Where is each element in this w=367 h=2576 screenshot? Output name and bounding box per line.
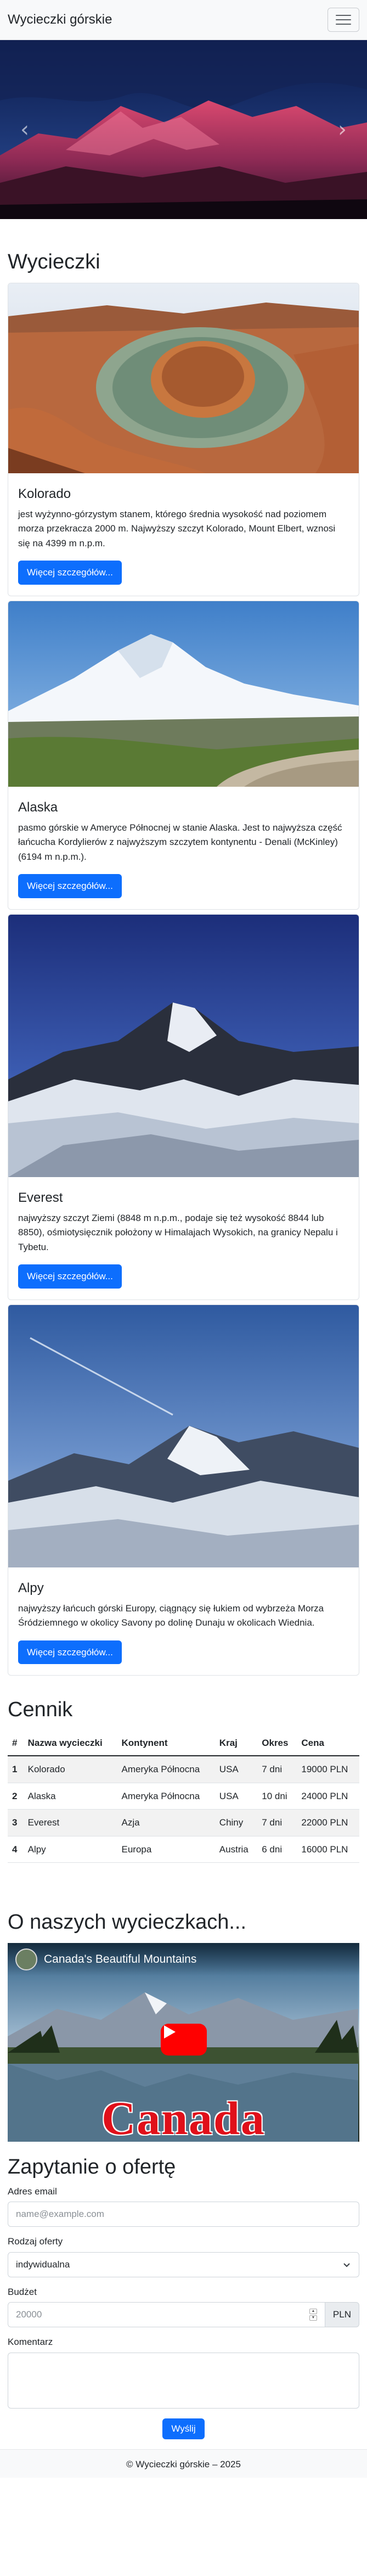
kolorado-image: [8, 283, 359, 473]
budget-label: Budżet: [8, 2286, 37, 2297]
details-button-kolorado[interactable]: Więcej szczegółów...: [18, 561, 122, 585]
budget-input-group: 20000 ▲ ▼ PLN: [8, 2302, 359, 2328]
chevron-left-icon[interactable]: ‹: [0, 40, 49, 219]
email-field[interactable]: name@example.com: [8, 2202, 359, 2227]
table-cell: Kolorado: [23, 1756, 117, 1783]
tour-description: najwyższy łańcuch górski Europy, ciągnąc…: [18, 1603, 324, 1628]
tours-heading: Wycieczki: [8, 250, 100, 273]
table-row: 3 Everest Azja Chiny 7 dni 22000 PLN: [8, 1809, 359, 1836]
table-cell: Alpy: [23, 1836, 117, 1863]
channel-avatar[interactable]: [15, 1948, 37, 1970]
footer-text: © Wycieczki górskie – 2025: [126, 2459, 241, 2469]
table-cell: 7 dni: [257, 1809, 297, 1836]
tour-title: Alpy: [18, 1580, 44, 1595]
offer-type-value: indywidualna: [16, 2259, 70, 2270]
tour-description: pasmo górskie w Ameryce Północnej w stan…: [18, 822, 342, 862]
tour-card-alaska: Alaska pasmo górskie w Ameryce Północnej…: [8, 600, 359, 910]
tour-description: najwyższy szczyt Ziemi (8848 m n.p.m., p…: [18, 1212, 338, 1252]
comment-textarea[interactable]: [8, 2352, 359, 2409]
about-heading: O naszych wycieczkach...: [8, 1911, 247, 1934]
table-cell: Europa: [117, 1836, 215, 1863]
play-icon[interactable]: [160, 2023, 207, 2056]
details-button-everest[interactable]: Więcej szczegółów...: [18, 1264, 122, 1289]
offer-type-label: Rodzaj oferty: [8, 2236, 63, 2247]
table-cell: Ameryka Północna: [117, 1783, 215, 1810]
hamburger-menu-icon[interactable]: [328, 8, 359, 32]
table-cell: Ameryka Północna: [117, 1756, 215, 1783]
budget-unit: PLN: [325, 2302, 359, 2328]
alpy-image: [8, 1304, 359, 1567]
table-cell: 2: [8, 1783, 24, 1810]
table-cell: 16000 PLN: [297, 1836, 359, 1863]
table-cell: Azja: [117, 1809, 215, 1836]
hero-carousel: ‹ ›: [0, 40, 367, 219]
carousel-mountain-image: [0, 40, 367, 219]
table-cell: 4: [8, 1836, 24, 1863]
pricing-table: # Nazwa wycieczki Kontynent Kraj Okres C…: [8, 1730, 359, 1863]
budget-value: 20000: [16, 2309, 42, 2320]
everest-image: [8, 914, 359, 1177]
table-cell: 24000 PLN: [297, 1783, 359, 1810]
column-header: Okres: [257, 1730, 297, 1757]
table-cell: 10 dni: [257, 1783, 297, 1810]
tour-description: jest wyżynno-górzystym stanem, którego ś…: [18, 508, 336, 548]
table-cell: 7 dni: [257, 1756, 297, 1783]
tour-title: Everest: [18, 1190, 63, 1205]
table-cell: 6 dni: [257, 1836, 297, 1863]
offer-type-group: Rodzaj oferty indywidualna: [8, 2235, 359, 2277]
tour-title: Alaska: [18, 799, 58, 815]
details-button-alpy[interactable]: Więcej szczegółów...: [18, 1640, 122, 1665]
comment-group: Komentarz: [8, 2335, 359, 2409]
pricing-heading: Cennik: [8, 1698, 73, 1722]
column-header: Nazwa wycieczki: [23, 1730, 117, 1757]
video-top-bar: Canada's Beautiful Mountains: [8, 1942, 359, 1976]
table-header-row: # Nazwa wycieczki Kontynent Kraj Okres C…: [8, 1730, 359, 1757]
navbar: Wycieczki górskie: [0, 0, 367, 40]
table-cell: Chiny: [214, 1809, 258, 1836]
video-player[interactable]: Canada's Beautiful Mountains Canada: [8, 1942, 359, 2142]
email-placeholder: name@example.com: [16, 2209, 104, 2220]
tour-card-everest: Everest najwyższy szczyt Ziemi (8848 m n…: [8, 914, 359, 1300]
offer-type-select[interactable]: indywidualna: [8, 2252, 359, 2277]
email-label: Adres email: [8, 2186, 57, 2197]
footer: © Wycieczki górskie – 2025: [0, 2449, 367, 2478]
video-title[interactable]: Canada's Beautiful Mountains: [44, 1951, 196, 1968]
column-header: #: [8, 1730, 24, 1757]
tour-card-alpy: Alpy najwyższy łańcuch górski Europy, ci…: [8, 1304, 359, 1676]
table-cell: Everest: [23, 1809, 117, 1836]
table-cell: 19000 PLN: [297, 1756, 359, 1783]
comment-label: Komentarz: [8, 2337, 53, 2348]
table-cell: Austria: [214, 1836, 258, 1863]
table-cell: 1: [8, 1756, 24, 1783]
tour-title: Kolorado: [18, 486, 71, 501]
submit-wrap: Wyślij: [8, 2418, 359, 2439]
table-row: 1 Kolorado Ameryka Północna USA 7 dni 19…: [8, 1756, 359, 1783]
table-cell: USA: [214, 1783, 258, 1810]
column-header: Cena: [297, 1730, 359, 1757]
budget-field[interactable]: 20000 ▲ ▼: [8, 2302, 325, 2328]
submit-button[interactable]: Wyślij: [162, 2418, 205, 2439]
form-heading: Zapytanie o ofertę: [8, 2155, 176, 2179]
table-cell: Alaska: [23, 1783, 117, 1810]
brand[interactable]: Wycieczki górskie: [8, 10, 112, 30]
email-group: Adres email name@example.com: [8, 2185, 359, 2227]
video-overlay-text: Canada: [101, 2091, 266, 2142]
table-cell: 22000 PLN: [297, 1809, 359, 1836]
chevron-down-icon: [343, 2263, 350, 2267]
table-row: 4 Alpy Europa Austria 6 dni 16000 PLN: [8, 1836, 359, 1863]
budget-group: Budżet 20000 ▲ ▼ PLN: [8, 2285, 359, 2328]
chevron-right-icon[interactable]: ›: [318, 40, 367, 219]
details-button-alaska[interactable]: Więcej szczegółów...: [18, 874, 122, 898]
column-header: Kraj: [214, 1730, 258, 1757]
table-row: 2 Alaska Ameryka Północna USA 10 dni 240…: [8, 1783, 359, 1810]
tour-card-kolorado: Kolorado jest wyżynno-górzystym stanem, …: [8, 282, 359, 596]
table-cell: USA: [214, 1756, 258, 1783]
column-header: Kontynent: [117, 1730, 215, 1757]
number-spinner-icon[interactable]: ▲ ▼: [309, 2309, 317, 2321]
table-cell: 3: [8, 1809, 24, 1836]
alaska-image: [8, 601, 359, 787]
